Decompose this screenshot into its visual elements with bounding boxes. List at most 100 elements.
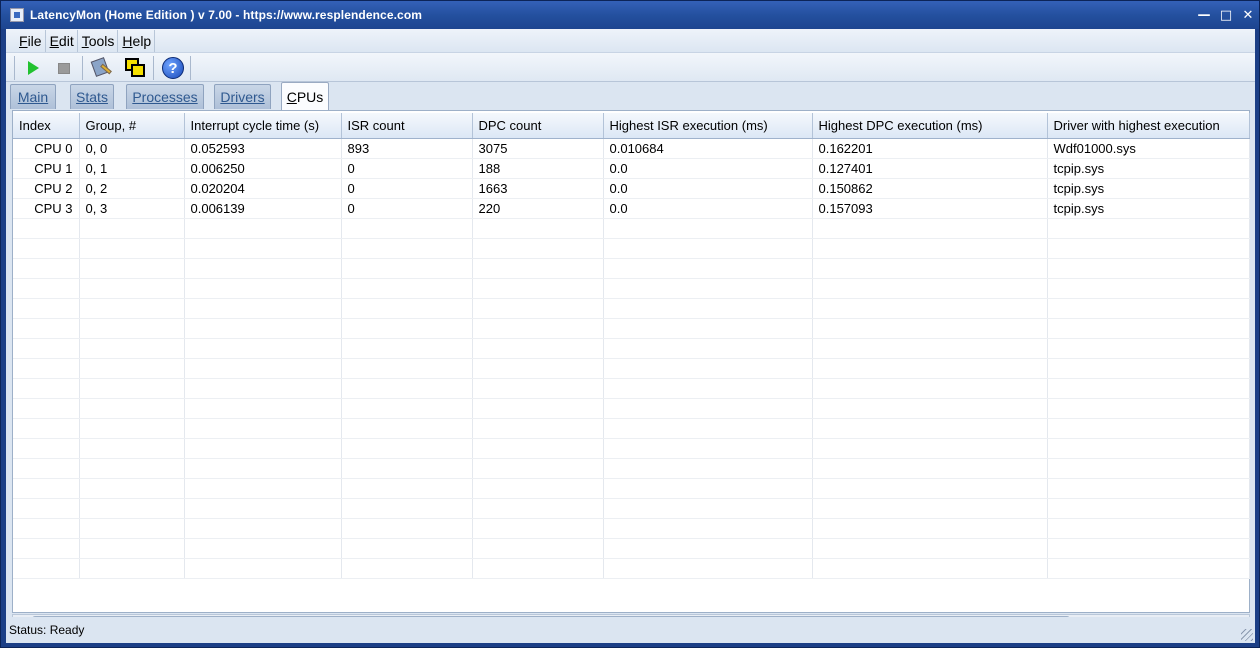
table-cell: 0 [341, 178, 473, 199]
table-cell [812, 478, 1048, 499]
table-cell [472, 538, 604, 559]
table-row[interactable]: CPU 0 0, 0 0.052593 893 3075 0.010684 0.162201… [13, 138, 1250, 159]
table-cell [472, 218, 604, 239]
resize-grip-icon[interactable] [1241, 629, 1253, 641]
table-cell [341, 258, 473, 279]
table-row[interactable]: CPU 2 0, 2 0.020204 0 1663 0.0 0.150862 tcpip.s… [13, 178, 1250, 199]
table-cell [603, 438, 813, 459]
table-cell [603, 258, 813, 279]
table-row[interactable]: CPU 1 0, 1 0.006250 0 188 0.0 0.127401 tcpip.sy… [13, 158, 1250, 179]
app-window: LatencyMon (Home Edition ) v 7.00 - http… [0, 0, 1260, 648]
table-cell: CPU 1 [13, 158, 80, 179]
table-cell [1047, 418, 1250, 439]
table-cell [1047, 478, 1250, 499]
minimize-button[interactable]: — [1193, 5, 1215, 25]
table-cell [603, 418, 813, 439]
table-cell [812, 378, 1048, 399]
table-cell: 0.006250 [184, 158, 342, 179]
table-cell [79, 538, 185, 559]
empty-row [13, 558, 1250, 579]
tab-cpus[interactable]: C PUs [281, 82, 329, 110]
start-button[interactable] [20, 55, 46, 81]
table-cell: 1663 [472, 178, 604, 199]
table-cell [1047, 258, 1250, 279]
column-header[interactable]: Driver with highest execution [1047, 113, 1250, 139]
table-cell [812, 558, 1048, 579]
table-cell [812, 438, 1048, 459]
table-cell [13, 338, 80, 359]
table-cell [1047, 458, 1250, 479]
menu-edit[interactable]: Edit [47, 29, 78, 52]
menu-tools[interactable]: Tools [79, 29, 119, 52]
stop-button[interactable] [51, 55, 77, 81]
table-cell [1047, 298, 1250, 319]
maximize-button[interactable]: □ [1215, 5, 1237, 25]
table-cell: 0.0 [603, 178, 813, 199]
table-cell [13, 258, 80, 279]
tab-strip: Main Stats Processes Drivers C PUs [6, 82, 1255, 110]
toolbar-separator [153, 56, 154, 80]
empty-row [13, 418, 1250, 439]
table-cell [13, 438, 80, 459]
table-cell [79, 338, 185, 359]
tab-cpus-accel: C [286, 88, 297, 105]
table-cell [184, 278, 342, 299]
menu-help[interactable]: Help [119, 29, 156, 52]
column-header[interactable]: Group, # [79, 113, 185, 139]
table-cell [184, 398, 342, 419]
close-button[interactable]: ✕ [1237, 5, 1259, 25]
table-cell [472, 258, 604, 279]
help-button[interactable]: ? [160, 55, 186, 81]
empty-row [13, 438, 1250, 459]
table-cell [341, 278, 473, 299]
table-cell [79, 498, 185, 519]
column-header[interactable]: Index [13, 113, 80, 139]
table-cell [184, 518, 342, 539]
column-header[interactable]: Highest DPC execution (ms) [812, 113, 1048, 139]
table-cell [1047, 318, 1250, 339]
tab-main[interactable]: Main [10, 84, 56, 109]
table-cell [184, 238, 342, 259]
table-cell [341, 558, 473, 579]
tab-drivers[interactable]: Drivers [214, 84, 271, 109]
table-cell [79, 558, 185, 579]
table-cell [341, 338, 473, 359]
table-row[interactable]: CPU 3 0, 3 0.006139 0 220 0.0 0.157093 tcpip.sy… [13, 198, 1250, 219]
table-cell [13, 538, 80, 559]
tab-stats[interactable]: Stats [70, 84, 114, 109]
table-cell [472, 238, 604, 259]
table-cell [341, 218, 473, 239]
app-icon[interactable] [10, 8, 24, 22]
column-header[interactable]: ISR count [341, 113, 473, 139]
table-cell [184, 498, 342, 519]
title-bar[interactable]: LatencyMon (Home Edition ) v 7.00 - http… [1, 1, 1259, 29]
tools-button[interactable] [89, 55, 115, 81]
table-cell [13, 398, 80, 419]
table-cell [812, 498, 1048, 519]
table-cell [472, 378, 604, 399]
table-cell [1047, 438, 1250, 459]
column-header[interactable]: DPC count [472, 113, 604, 139]
menu-file[interactable]: File [16, 29, 46, 52]
table-cell [1047, 518, 1250, 539]
tab-processes[interactable]: Processes [126, 84, 204, 109]
empty-row [13, 538, 1250, 559]
table-cell [812, 218, 1048, 239]
table-cell [79, 298, 185, 319]
table-cell [472, 418, 604, 439]
table-cell: 0.127401 [812, 158, 1048, 179]
column-header[interactable]: Interrupt cycle time (s) [184, 113, 342, 139]
table-cell [184, 298, 342, 319]
column-header[interactable]: Highest ISR execution (ms) [603, 113, 813, 139]
windows-button[interactable] [122, 55, 148, 81]
table-cell [472, 398, 604, 419]
table-cell [341, 538, 473, 559]
table-cell [184, 258, 342, 279]
table-cell [13, 218, 80, 239]
table-cell [341, 318, 473, 339]
table-cell [79, 458, 185, 479]
table-cell [184, 378, 342, 399]
toolbar-separator [82, 56, 83, 80]
table-cell [79, 218, 185, 239]
table-cell [812, 398, 1048, 419]
